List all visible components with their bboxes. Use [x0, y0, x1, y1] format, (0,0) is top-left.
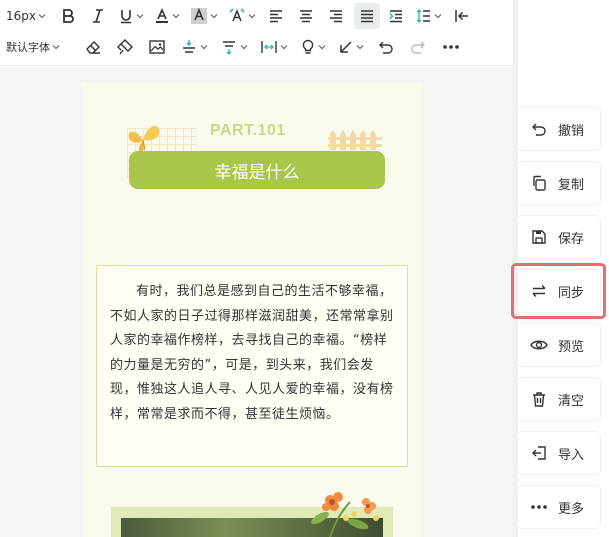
- spacing-after-icon: [223, 41, 235, 55]
- arrow-button[interactable]: [338, 34, 364, 60]
- more-icon: [530, 498, 548, 516]
- format-painter-button[interactable]: [116, 34, 134, 60]
- more-action-button[interactable]: 更多: [518, 486, 600, 528]
- trash-icon: [530, 390, 548, 408]
- font-family-value: 默认字体: [6, 41, 50, 54]
- more-action-label: 更多: [558, 501, 585, 517]
- part-label: PART.101: [210, 122, 286, 139]
- clear-action-button[interactable]: 清空: [518, 378, 600, 420]
- chevron-down-icon: [434, 14, 442, 19]
- exit-icon: [455, 10, 468, 22]
- justify-button[interactable]: [354, 3, 380, 29]
- background-color-button[interactable]: [190, 3, 218, 29]
- chevron-down-icon: [210, 14, 218, 19]
- align-right-icon: [330, 10, 342, 23]
- article-title: 幸福是什么: [214, 162, 300, 183]
- letter-spacing-icon: [261, 41, 277, 53]
- font-size-select[interactable]: 16px: [6, 3, 52, 29]
- copy-action-button[interactable]: 复制: [518, 162, 600, 204]
- line-height-icon: [416, 9, 430, 23]
- image-icon: [149, 40, 165, 54]
- butterfly-icon: [128, 125, 160, 152]
- font-color-button[interactable]: [154, 3, 180, 29]
- toolbar-row-2: 默认字体: [0, 32, 460, 62]
- bold-button[interactable]: [60, 3, 76, 29]
- redo-button[interactable]: [410, 34, 426, 60]
- chevron-down-icon: [52, 45, 60, 50]
- format-painter-icon: [117, 39, 133, 55]
- font-color-icon: [156, 8, 168, 23]
- copy-action-label: 复制: [558, 177, 585, 193]
- import-action-label: 导入: [558, 447, 585, 463]
- spacing-before-button[interactable]: [180, 34, 208, 60]
- insert-image-button[interactable]: [148, 34, 166, 60]
- clear-format-icon: [229, 8, 245, 22]
- chevron-down-icon: [240, 45, 248, 50]
- justify-icon: [361, 10, 373, 23]
- chevron-down-icon: [248, 14, 256, 19]
- align-center-button[interactable]: [298, 3, 314, 29]
- clear-action-label: 清空: [558, 393, 585, 409]
- eraser-icon: [86, 41, 100, 54]
- article-text-box[interactable]: 有时，我们总是感到自己的生活不够幸福，不如人家的日子过得那样滋润甜美，还常常拿别…: [96, 265, 408, 467]
- align-left-button[interactable]: [268, 3, 284, 29]
- undo-icon: [379, 41, 393, 54]
- article-title-banner: 幸福是什么: [129, 151, 385, 189]
- underline-button[interactable]: [118, 3, 144, 29]
- toolbar-row-1: 16px: [0, 1, 470, 31]
- undo-action-label: 撤销: [558, 123, 585, 139]
- line-height-button[interactable]: [416, 3, 442, 29]
- italic-icon: [93, 9, 103, 23]
- editor-toolbar: 16px 默认字体: [0, 0, 518, 66]
- font-family-select[interactable]: 默认字体: [6, 34, 74, 60]
- exit-button[interactable]: [454, 3, 470, 29]
- copy-icon: [530, 174, 548, 192]
- chevron-down-icon: [318, 45, 326, 50]
- spacing-before-icon: [183, 40, 195, 53]
- undo-button[interactable]: [378, 34, 394, 60]
- eraser-button[interactable]: [84, 34, 102, 60]
- import-icon: [530, 444, 548, 462]
- preview-action-button[interactable]: 预览: [518, 324, 600, 366]
- chevron-down-icon: [280, 45, 288, 50]
- align-center-icon: [300, 10, 312, 23]
- save-action-label: 保存: [558, 231, 585, 247]
- indent-icon: [389, 10, 402, 23]
- undo-icon: [530, 120, 548, 138]
- fence-icon: [328, 130, 382, 150]
- undo-action-button[interactable]: 撤销: [518, 108, 600, 150]
- clear-format-button[interactable]: [228, 3, 256, 29]
- font-size-value: 16px: [6, 9, 36, 23]
- sync-highlight-box: [511, 263, 606, 319]
- chevron-down-icon: [38, 14, 46, 19]
- indent-button[interactable]: [388, 3, 404, 29]
- redo-icon: [411, 41, 425, 54]
- chevron-down-icon: [172, 14, 180, 19]
- eye-icon: [530, 336, 548, 354]
- preview-action-label: 预览: [558, 339, 585, 355]
- save-action-button[interactable]: 保存: [518, 216, 600, 258]
- underline-icon: [121, 10, 131, 24]
- background-color-icon: [191, 7, 207, 24]
- more-tools-button[interactable]: [442, 34, 460, 60]
- spacing-after-button[interactable]: [220, 34, 248, 60]
- italic-button[interactable]: [90, 3, 106, 29]
- bulb-icon: [302, 39, 314, 54]
- import-action-button[interactable]: 导入: [518, 432, 600, 474]
- bulb-button[interactable]: [300, 34, 326, 60]
- bold-icon: [63, 9, 74, 23]
- letter-spacing-button[interactable]: [260, 34, 288, 60]
- chevron-down-icon: [136, 14, 144, 19]
- align-left-icon: [270, 10, 282, 23]
- more-icon: [443, 45, 459, 49]
- arrow-icon: [340, 41, 352, 53]
- save-icon: [530, 228, 548, 246]
- article-paragraph: 有时，我们总是感到自己的生活不够幸福，不如人家的日子过得那样滋润甜美，还常常拿别…: [110, 284, 394, 422]
- flower-decoration-icon: [311, 492, 379, 537]
- chevron-down-icon: [356, 45, 364, 50]
- chevron-down-icon: [200, 45, 208, 50]
- align-right-button[interactable]: [328, 3, 344, 29]
